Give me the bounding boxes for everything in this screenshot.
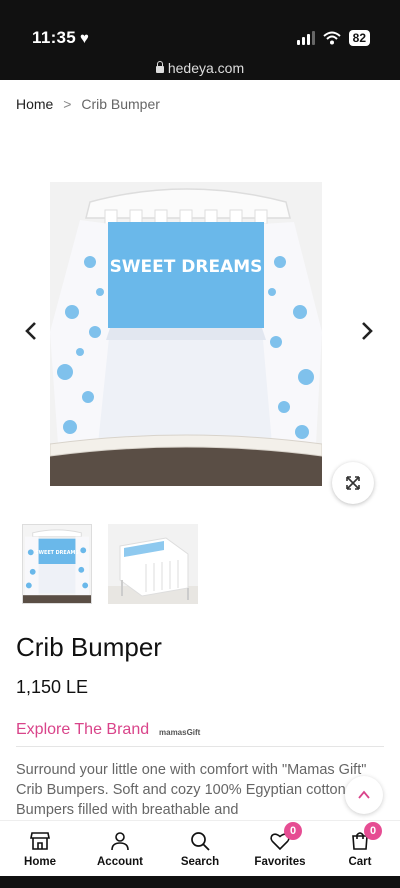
bottom-navigation: Home Account Search 0 Favorites 0 Cart	[0, 820, 400, 876]
breadcrumb-current: Crib Bumper	[81, 96, 160, 112]
search-icon	[191, 832, 210, 851]
nav-account[interactable]: Account	[80, 821, 160, 876]
store-icon	[30, 832, 50, 850]
user-icon	[111, 832, 129, 851]
brand-logo[interactable]: mamasGift	[159, 728, 200, 737]
nav-cart[interactable]: 0 Cart	[320, 821, 400, 876]
product-main-image[interactable]: SWEET DREAMS	[50, 182, 322, 486]
address-bar[interactable]: hedeya.com	[0, 60, 400, 76]
next-image-button[interactable]	[354, 318, 380, 344]
battery-indicator: 82	[348, 30, 370, 46]
product-price: 1,150 LE	[16, 677, 89, 697]
nav-account-label: Account	[97, 856, 143, 868]
previous-image-button[interactable]	[18, 318, 44, 344]
status-bar: 11:35 ♥ 82 hedeya.com	[0, 0, 400, 80]
system-bottom-bar	[0, 876, 400, 888]
explore-brand-link[interactable]: Explore The Brand	[16, 721, 149, 739]
chevron-left-icon	[25, 322, 36, 340]
signal-icon	[296, 31, 315, 45]
nav-search[interactable]: Search	[160, 821, 240, 876]
system-icons: 82	[296, 30, 370, 46]
nav-home-label: Home	[24, 856, 56, 868]
thumbnail-2[interactable]	[108, 524, 198, 604]
chevron-right-icon	[362, 322, 373, 340]
favorites-count-badge: 0	[284, 822, 302, 840]
svg-text:SWEET DREAMS: SWEET DREAMS	[110, 257, 263, 277]
heart-status-icon: ♥	[80, 30, 90, 47]
nav-home[interactable]: Home	[0, 821, 80, 876]
nav-search-label: Search	[180, 856, 220, 868]
product-description: Surround your little one with comfort wi…	[16, 762, 377, 818]
zoom-button[interactable]	[332, 462, 374, 504]
svg-text:SWEET DREAMS: SWEET DREAMS	[35, 550, 79, 556]
breadcrumb-separator: >	[63, 96, 72, 112]
nav-cart-label: Cart	[348, 856, 372, 868]
scroll-to-top-button[interactable]	[345, 776, 383, 814]
product-title: Crib Bumper	[16, 632, 162, 662]
wifi-icon	[322, 31, 341, 45]
expand-icon	[346, 476, 360, 490]
status-time: 11:35 ♥	[32, 28, 90, 47]
divider	[16, 746, 384, 747]
nav-favorites-label: Favorites	[254, 856, 306, 868]
chevron-up-icon	[358, 790, 370, 799]
nav-favorites[interactable]: 0 Favorites	[240, 821, 320, 876]
lock-icon	[155, 61, 164, 73]
cart-count-badge: 0	[364, 822, 382, 840]
breadcrumb-home-link[interactable]: Home	[16, 96, 53, 112]
thumbnail-1[interactable]: SWEET DREAMS	[22, 524, 92, 604]
breadcrumb: Home > Crib Bumper	[16, 96, 160, 112]
